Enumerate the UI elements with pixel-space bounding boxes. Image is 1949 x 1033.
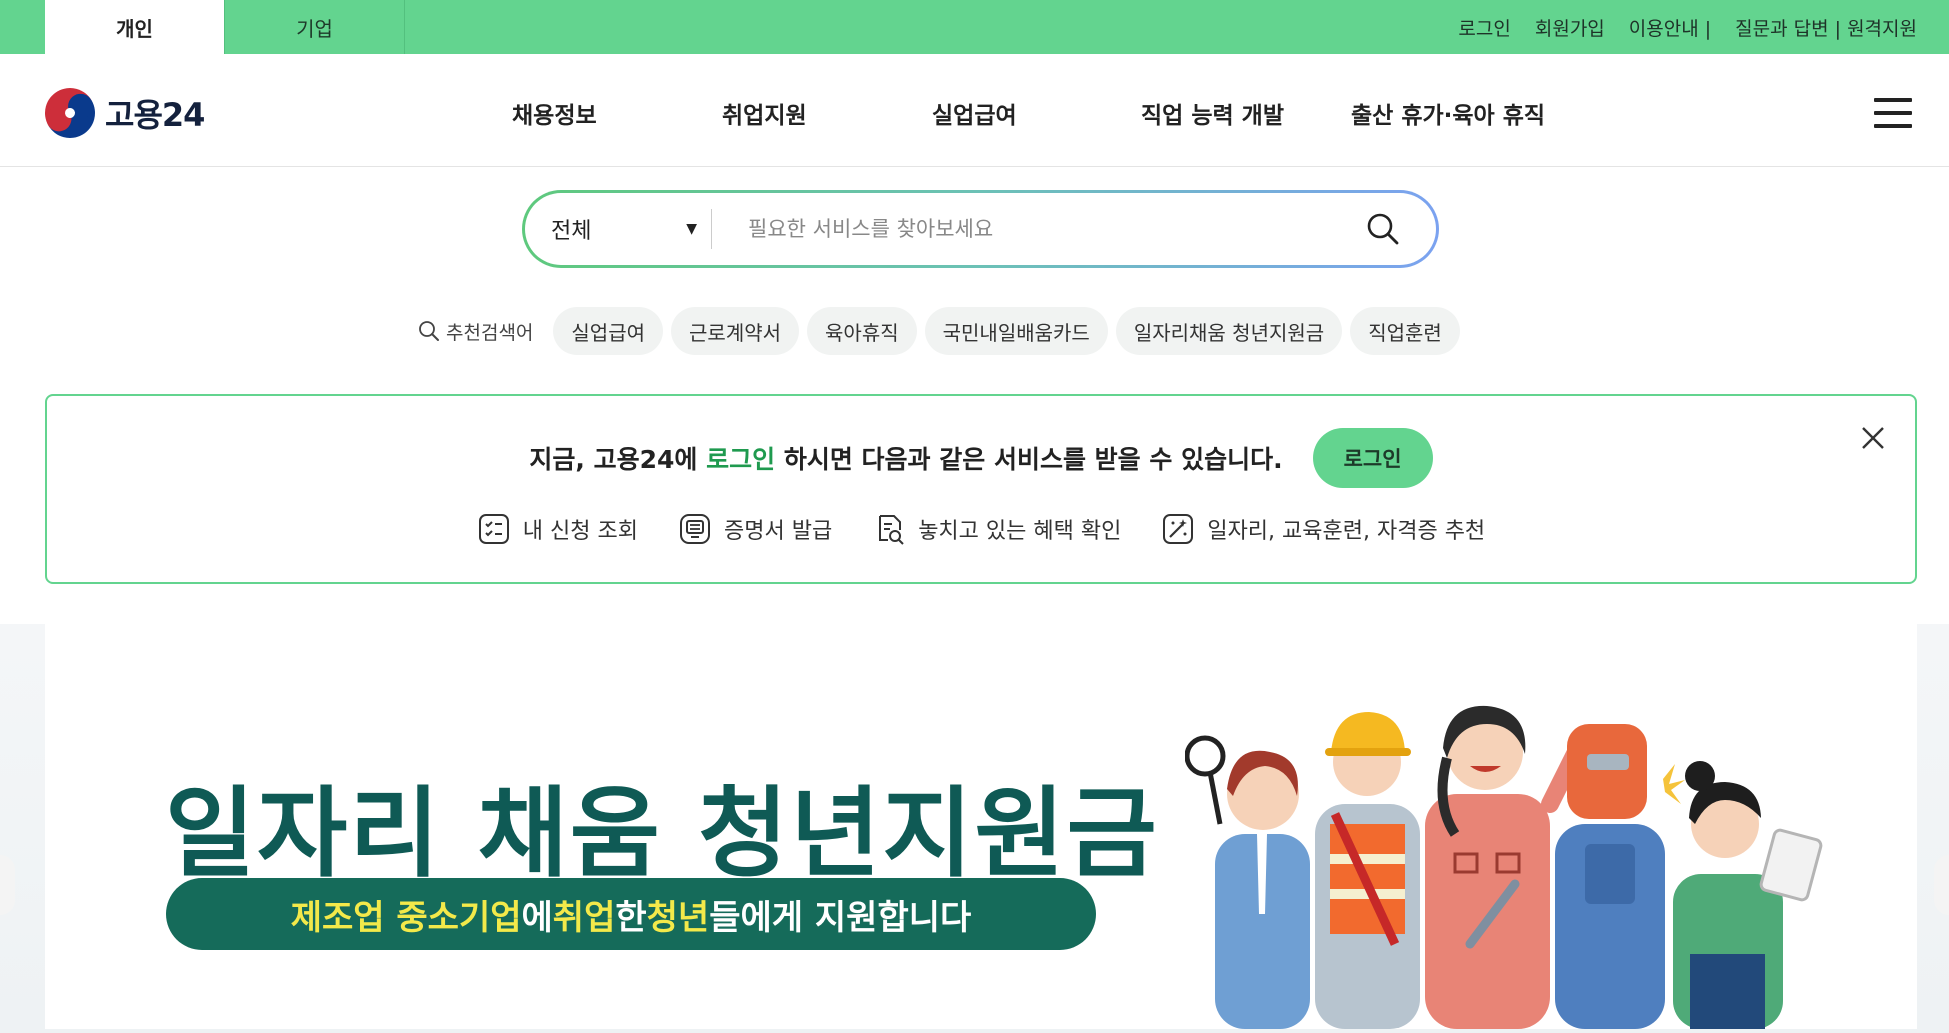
login-link[interactable]: 로그인 [1458,14,1510,41]
workers-illustration [1185,705,1823,1029]
keyword-chip[interactable]: 실업급여 [553,307,664,355]
logo-text: 고용24 [105,96,205,134]
construction-worker-figure [1315,712,1420,1029]
search-category-select[interactable]: 전체 ▼ [551,213,711,245]
login-notice-box: 지금, 고용24에 로그인 하시면 다음과 같은 서비스를 받을 수 있습니다.… [45,394,1917,584]
recommended-keywords: 추천검색어 실업급여 근로계약서 육아휴직 국민내일배움카드 일자리채움 청년지… [418,307,1460,355]
recommend-icon [1163,514,1194,544]
taegeuk-logo-icon [35,78,105,148]
signup-link[interactable]: 회원가입 [1535,14,1605,41]
close-icon[interactable] [1857,422,1889,454]
service-my-applications[interactable]: 내 신청 조회 [477,512,638,546]
banner-next-arrow[interactable] [1934,855,1949,915]
qna-remote-link[interactable]: 질문과 답변 | 원격지원 [1735,14,1917,41]
search-bar: 전체 ▼ [522,190,1439,268]
banner-title: 일자리 채움 청년지원금 [165,777,1159,891]
utility-links: 로그인 회원가입 이용안내 | 질문과 답변 | 원격지원 [1458,0,1917,54]
caret-down-icon: ▼ [686,221,697,237]
nav-vocational-training[interactable]: 직업 능력 개발 [1141,96,1284,130]
service-recommendation[interactable]: 일자리, 교육훈련, 자격증 추천 [1161,512,1485,546]
tab-personal[interactable]: 개인 [45,0,225,54]
welder-worker-figure [1555,724,1685,1029]
tablet-worker-figure [1673,761,1823,1029]
site-logo[interactable]: 고용24 [35,78,205,148]
nav-employment-support[interactable]: 취업지원 [722,96,807,130]
main-header: 고용24 채용정보 취업지원 실업급여 직업 능력 개발 출산 휴가·육아 휴직 [0,54,1949,167]
search-icon[interactable] [1358,204,1408,254]
search-category-value: 전체 [551,219,592,244]
service-certificate[interactable]: 증명서 발급 [678,512,832,546]
search-divider [711,209,712,249]
benefit-search-icon [879,515,904,545]
keyword-chip[interactable]: 근로계약서 [671,307,800,355]
keyword-chip[interactable]: 육아휴직 [807,307,917,355]
certificate-icon [679,514,710,544]
login-notice-message: 지금, 고용24에 로그인 하시면 다음과 같은 서비스를 받을 수 있습니다. [529,445,1283,474]
small-search-icon [419,321,439,341]
hamburger-menu-icon[interactable] [1874,98,1912,128]
office-worker-figure [1185,735,1310,1029]
guide-link[interactable]: 이용안내 | [1629,14,1711,41]
search-input[interactable] [748,199,1358,259]
keyword-chip[interactable]: 일자리채움 청년지원금 [1115,307,1343,355]
service-benefit-check[interactable]: 놓치고 있는 혜택 확인 [872,512,1121,546]
banner-subtitle: 제조업 중소기업 에 취업 한 청년 들에게 지원합니다 [166,878,1096,950]
login-service-list: 내 신청 조회 증명서 발급 놓치고 있는 혜택 확인 일자리, 교육훈련, 자… [47,512,1915,546]
keyword-chip[interactable]: 국민내일배움카드 [924,307,1108,355]
banner-prev-arrow[interactable] [0,855,15,915]
nav-unemployment-benefit[interactable]: 실업급여 [932,96,1017,130]
tab-business[interactable]: 기업 [225,0,405,54]
login-highlight: 로그인 [706,445,776,474]
top-utility-bar: 개인 기업 로그인 회원가입 이용안내 | 질문과 답변 | 원격지원 [0,0,1949,54]
notice-login-button[interactable]: 로그인 [1312,428,1433,488]
keyword-chip[interactable]: 직업훈련 [1350,307,1460,355]
nav-parental-leave[interactable]: 출산 휴가·육아 휴직 [1351,96,1545,130]
recommended-keywords-label: 추천검색어 [418,318,533,345]
main-banner[interactable]: 일자리 채움 청년지원금 제조업 중소기업 에 취업 한 청년 들에게 지원합니다 [45,624,1917,1029]
user-type-tabs: 개인 기업 [45,0,405,54]
checklist-icon [478,514,509,544]
nav-recruit-info[interactable]: 채용정보 [512,96,597,130]
